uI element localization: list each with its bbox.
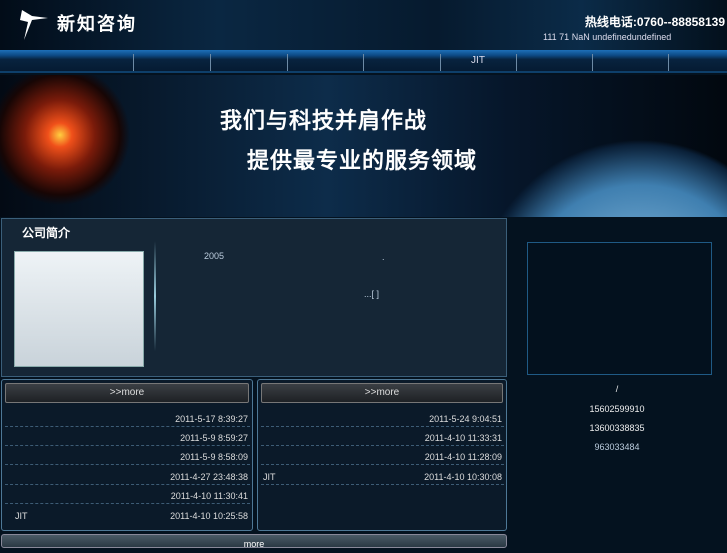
list-item[interactable]: JIT 2011-4-10 10:30:08 [261, 466, 504, 485]
main-nav: JIT [0, 50, 727, 73]
list-item[interactable]: 2011-4-10 11:33:31 [261, 427, 504, 446]
nav-divider [287, 54, 288, 71]
header: 新知咨询 热线电话:0760--88858139 111 71 NaN unde… [0, 0, 727, 50]
news-list-right: >>more 2011-5-24 9:04:51 2011-4-10 11:33… [257, 379, 507, 531]
nav-divider [668, 54, 669, 71]
news-list-left: >>more 2011-5-17 8:39:27 2011-5-9 8:59:2… [1, 379, 253, 531]
item-time: 2011-5-24 9:04:51 [429, 414, 502, 424]
item-time: 2011-4-10 11:33:31 [424, 433, 502, 443]
list-item[interactable]: JIT 2011-4-10 10:25:58 [5, 505, 250, 524]
about-panel: 公司简介 2005 . ...[ ] [1, 218, 507, 377]
logo-icon [20, 10, 48, 40]
item-time: 2011-4-10 10:30:08 [424, 472, 502, 482]
about-text: 2005 [204, 251, 225, 261]
contact-phone-1: 15602599910 [589, 404, 645, 414]
nav-divider [210, 54, 211, 71]
item-time: 2011-5-9 8:58:09 [180, 452, 248, 462]
about-title: 公司简介 [22, 226, 71, 240]
banner-slogan-1: 我们与科技并肩作战 [220, 108, 428, 133]
item-time: 2011-4-27 23:48:38 [170, 472, 248, 482]
list-item[interactable]: 2011-5-9 8:59:27 [5, 427, 250, 446]
item-time: 2011-4-10 10:25:58 [170, 511, 248, 521]
item-title: JIT [15, 511, 28, 521]
bottom-more-bar[interactable]: more [1, 534, 507, 549]
nav-divider [592, 54, 593, 71]
nav-item-jit[interactable]: JIT [440, 55, 516, 66]
list-item[interactable]: 2011-4-10 11:28:09 [261, 446, 504, 465]
nav-divider [133, 54, 134, 71]
list-item[interactable]: 2011-4-10 11:30:41 [5, 485, 250, 504]
about-more-link[interactable]: ...[ ] [364, 289, 379, 299]
contact-slash: / [615, 384, 619, 394]
list-item[interactable]: 2011-5-9 8:58:09 [5, 446, 250, 465]
contact-phone-2: 13600338835 [589, 423, 645, 433]
nav-divider [363, 54, 364, 71]
about-photo [14, 251, 144, 367]
date-ticker: 111 71 NaN undefinedundefined [543, 32, 672, 42]
contact-qq: 963033484 [594, 442, 640, 452]
list-item[interactable]: 2011-4-27 23:48:38 [5, 466, 250, 485]
banner-slogan-2: 提供最专业的服务领域 [247, 148, 478, 173]
item-time: 2011-4-10 11:30:41 [170, 491, 248, 501]
item-title: JIT [263, 472, 276, 482]
logo-text[interactable]: 新知咨询 [57, 10, 137, 36]
hotline: 热线电话:0760--88858139 [584, 15, 725, 29]
list-item[interactable]: 2011-5-24 9:04:51 [261, 408, 504, 427]
contact-image-box [527, 242, 712, 375]
item-time: 2011-4-10 11:28:09 [424, 452, 502, 462]
nav-divider [516, 54, 517, 71]
about-text-dot: . [382, 252, 385, 262]
item-time: 2011-5-9 8:59:27 [180, 433, 248, 443]
banner: 我们与科技并肩作战 提供最专业的服务领域 [0, 75, 727, 217]
divider [154, 241, 156, 351]
item-time: 2011-5-17 8:39:27 [175, 414, 248, 424]
more-button[interactable]: >>more [5, 383, 249, 403]
list-item[interactable]: 2011-5-17 8:39:27 [5, 408, 250, 427]
more-button[interactable]: >>more [261, 383, 503, 403]
